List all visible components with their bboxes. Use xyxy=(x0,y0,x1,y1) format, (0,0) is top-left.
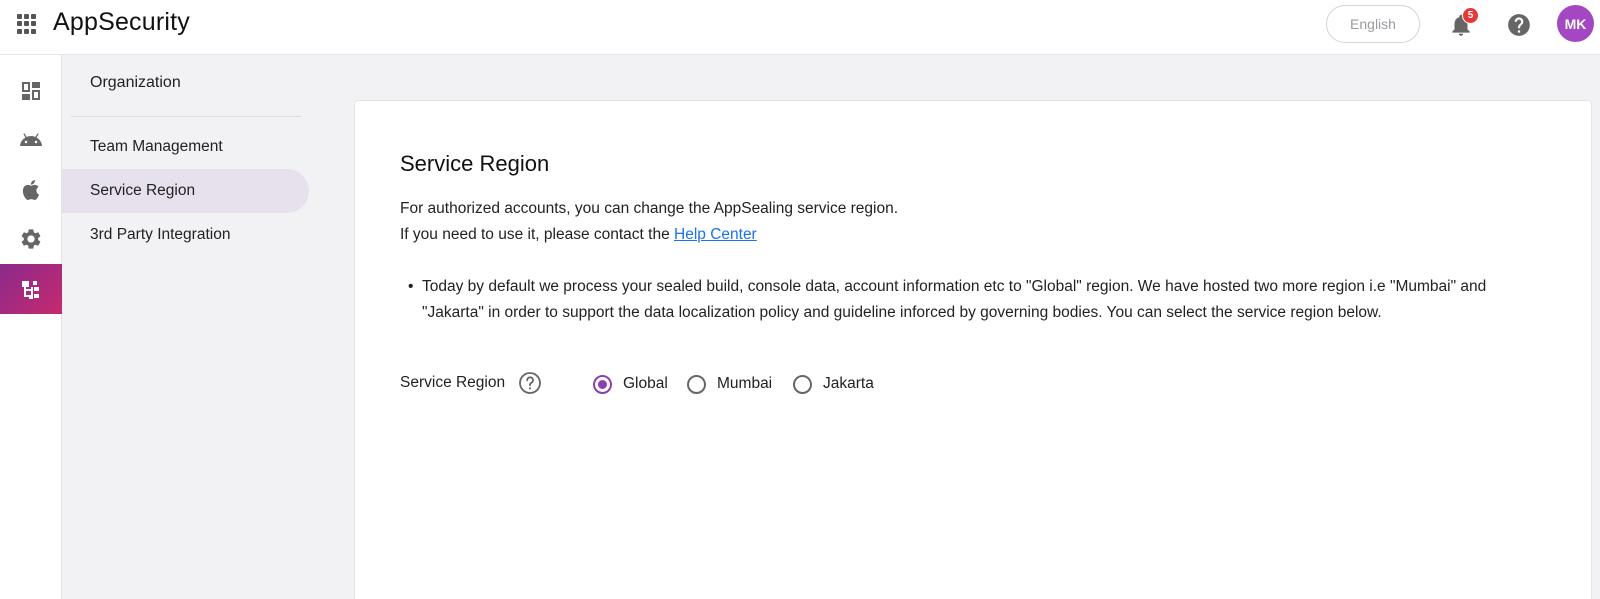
subnav-item-service-region[interactable]: Service Region xyxy=(62,169,309,213)
help-center-link[interactable]: Help Center xyxy=(674,226,757,243)
radio-jakarta[interactable] xyxy=(793,374,812,394)
description-line-2-text: If you need to use it, please contact th… xyxy=(400,226,675,243)
dashboard-icon xyxy=(22,82,40,100)
description-line-2: If you need to use it, please contact th… xyxy=(400,226,757,244)
sub-navigation: Organization Team Management Service Reg… xyxy=(62,55,324,599)
subnav-item-team-management[interactable]: Team Management xyxy=(62,125,309,169)
radio-global[interactable] xyxy=(593,374,612,394)
help-icon[interactable] xyxy=(1506,12,1532,38)
radio-label-mumbai: Mumbai xyxy=(717,375,773,392)
rail-item-android[interactable] xyxy=(0,115,62,165)
top-bar: AppSecurity English 5 MK xyxy=(0,0,1600,55)
radio-option-global[interactable]: Global xyxy=(593,371,668,397)
organization-icon xyxy=(22,281,39,299)
divider xyxy=(71,116,301,117)
notification-badge: 5 xyxy=(1462,7,1479,24)
subnav-heading: Organization xyxy=(90,74,181,91)
subnav-item-3rd-party-integration[interactable]: 3rd Party Integration xyxy=(62,213,309,257)
service-region-label: Service Region xyxy=(400,374,506,391)
radio-mumbai[interactable] xyxy=(687,374,706,394)
avatar[interactable]: MK xyxy=(1557,5,1594,42)
radio-option-mumbai[interactable]: Mumbai xyxy=(687,371,772,397)
rail-item-settings[interactable] xyxy=(0,214,62,264)
info-bullet: Today by default we process your sealed … xyxy=(400,274,1540,326)
radio-option-jakarta[interactable]: Jakarta xyxy=(793,371,874,397)
radio-label-global: Global xyxy=(623,375,668,392)
rail-item-organization[interactable] xyxy=(0,264,62,314)
service-region-field: Service Region Global Mumbai Jakarta xyxy=(400,371,1000,397)
rail-item-ios[interactable] xyxy=(0,165,62,215)
gear-icon xyxy=(21,229,41,249)
language-button[interactable]: English xyxy=(1326,5,1420,43)
radio-label-jakarta: Jakarta xyxy=(823,375,874,392)
question-circle-icon[interactable] xyxy=(518,371,542,395)
apps-grid-icon[interactable] xyxy=(17,14,37,34)
android-icon xyxy=(20,133,42,146)
service-region-card: Service Region For authorized accounts, … xyxy=(354,100,1592,599)
description-line-1: For authorized accounts, you can change … xyxy=(400,200,899,217)
brand-logo[interactable]: AppSecurity xyxy=(53,8,190,37)
page-title: Service Region xyxy=(400,151,550,176)
rail-item-dashboard[interactable] xyxy=(0,66,62,116)
apple-icon xyxy=(22,180,40,201)
left-rail xyxy=(0,55,62,599)
